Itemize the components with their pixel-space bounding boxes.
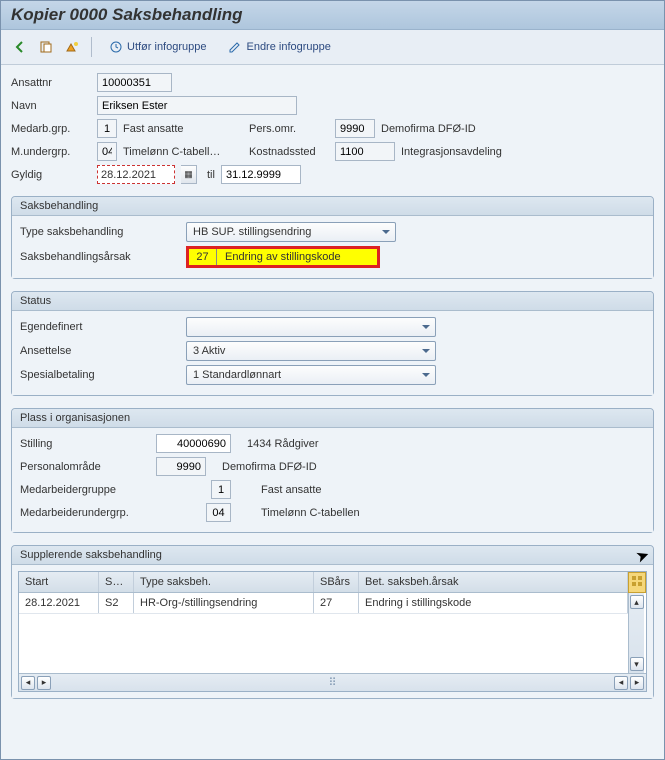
status-title: Status	[12, 292, 653, 311]
scroll-left-icon[interactable]: ◂	[21, 676, 35, 690]
cell-sbars: 27	[314, 593, 359, 613]
type-saksbeh-select[interactable]: HB SUP. stillingsendring	[186, 222, 396, 242]
medgrp-code-field	[211, 480, 231, 499]
persomr-text: Demofirma DFØ-ID	[381, 123, 476, 135]
arsak-code: 27	[189, 249, 217, 265]
saksbehandling-panel: Saksbehandling Type saksbehandling HB SU…	[11, 196, 654, 279]
mundergrp-code-field	[97, 142, 117, 161]
gyldig-til-field[interactable]	[221, 165, 301, 184]
ansettelse-value: 3 Aktiv	[193, 345, 225, 357]
gyldig-label: Gyldig	[11, 169, 91, 181]
medarbgrp-label: Medarb.grp.	[11, 123, 91, 135]
scroll-left2-icon[interactable]: ◂	[614, 676, 628, 690]
endre-infogruppe-button[interactable]: Endre infogruppe	[219, 36, 339, 58]
medarbgrp-text: Fast ansatte	[123, 123, 243, 135]
medgrp-text: Fast ansatte	[261, 484, 322, 496]
ansattnr-field	[97, 73, 172, 92]
navn-field	[97, 96, 297, 115]
plass-title: Plass i organisasjonen	[12, 409, 653, 428]
col-sa[interactable]: Sa…	[99, 572, 134, 592]
utfor-label: Utfør infogruppe	[127, 41, 206, 53]
til-label: til	[207, 169, 215, 181]
ansettelse-select[interactable]: 3 Aktiv	[186, 341, 436, 361]
col-sbars[interactable]: SBårs	[314, 572, 359, 592]
plass-persomr-code-field	[156, 457, 206, 476]
window-title: Kopier 0000 Saksbehandling	[1, 1, 664, 30]
kostnadssted-code-field	[335, 142, 395, 161]
table-row[interactable]: 28.12.2021 S2 HR-Org-/stillingsendring 2…	[19, 593, 628, 614]
stilling-text: 1434 Rådgiver	[247, 438, 319, 450]
prev-icon[interactable]	[9, 36, 31, 58]
pencil-icon	[228, 40, 242, 54]
mundergrp-text: Timelønn C-tabell…	[123, 146, 243, 158]
scroll-right-icon[interactable]: ▸	[37, 676, 51, 690]
egendef-label: Egendefinert	[20, 321, 180, 333]
egendef-select[interactable]	[186, 317, 436, 337]
table-config-icon[interactable]	[628, 572, 646, 593]
medgrp-label: Medarbeidergruppe	[20, 484, 150, 496]
toolbar: Utfør infogruppe Endre infogruppe	[1, 30, 664, 65]
copy-icon[interactable]	[35, 36, 57, 58]
spesial-label: Spesialbetaling	[20, 369, 180, 381]
spesial-value: 1 Standardlønnart	[193, 369, 281, 381]
cell-start: 28.12.2021	[19, 593, 99, 613]
supp-title: Supplerende saksbehandling	[12, 546, 653, 565]
utfor-infogruppe-button[interactable]: Utfør infogruppe	[100, 36, 215, 58]
mundergrp-label: M.undergrp.	[11, 146, 91, 158]
overview-icon[interactable]	[61, 36, 83, 58]
navn-label: Navn	[11, 100, 91, 112]
scroll-right2-icon[interactable]: ▸	[630, 676, 644, 690]
cell-sa: S2	[99, 593, 134, 613]
plass-persomr-text: Demofirma DFØ-ID	[222, 461, 317, 473]
clock-icon	[109, 40, 123, 54]
gyldig-fra-field[interactable]: 28.12.2021	[97, 165, 175, 184]
ansattnr-label: Ansattnr	[11, 77, 91, 89]
date-picker-icon[interactable]: ▦	[181, 165, 197, 184]
type-saksbeh-value: HB SUP. stillingsendring	[193, 226, 311, 238]
arsak-label: Saksbehandlingsårsak	[20, 251, 180, 263]
arsak-text: Endring av stillingskode	[217, 249, 377, 265]
col-bet[interactable]: Bet. saksbeh.årsak	[359, 572, 628, 592]
table-header: Start Sa… Type saksbeh. SBårs Bet. saksb…	[19, 572, 628, 593]
scroll-up-icon[interactable]: ▴	[630, 595, 644, 609]
stilling-label: Stilling	[20, 438, 150, 450]
stilling-code-field[interactable]	[156, 434, 231, 453]
ansettelse-label: Ansettelse	[20, 345, 180, 357]
scroll-down-icon[interactable]: ▾	[630, 657, 644, 671]
col-type[interactable]: Type saksbeh.	[134, 572, 314, 592]
arsak-highlighted[interactable]: 27 Endring av stillingskode	[186, 246, 380, 268]
plass-persomr-label: Personalområde	[20, 461, 150, 473]
status-panel: Status Egendefinert Ansettelse 3 Aktiv S…	[11, 291, 654, 396]
cell-bet: Endring i stillingskode	[359, 593, 628, 613]
persomr-code-field	[335, 119, 375, 138]
supp-table: Start Sa… Type saksbeh. SBårs Bet. saksb…	[18, 571, 647, 692]
medugrp-code-field	[206, 503, 231, 522]
medugrp-text: Timelønn C-tabellen	[261, 507, 360, 519]
supp-panel: Supplerende saksbehandling Start Sa… Typ…	[11, 545, 654, 699]
medarbgrp-code-field	[97, 119, 117, 138]
col-start[interactable]: Start	[19, 572, 99, 592]
kostnadssted-text: Integrasjonsavdeling	[401, 146, 502, 158]
kostnadssted-label: Kostnadssted	[249, 146, 329, 158]
spesial-select[interactable]: 1 Standardlønnart	[186, 365, 436, 385]
cell-type: HR-Org-/stillingsendring	[134, 593, 314, 613]
saksbehandling-title: Saksbehandling	[12, 197, 653, 216]
medugrp-label: Medarbeiderundergrp.	[20, 507, 150, 519]
endre-label: Endre infogruppe	[246, 41, 330, 53]
type-saksbeh-label: Type saksbehandling	[20, 226, 180, 238]
plass-panel: Plass i organisasjonen Stilling 1434 Råd…	[11, 408, 654, 533]
table-hscroll[interactable]: ◂ ▸ ⠿ ◂ ▸	[19, 673, 646, 691]
persomr-label: Pers.omr.	[249, 123, 329, 135]
